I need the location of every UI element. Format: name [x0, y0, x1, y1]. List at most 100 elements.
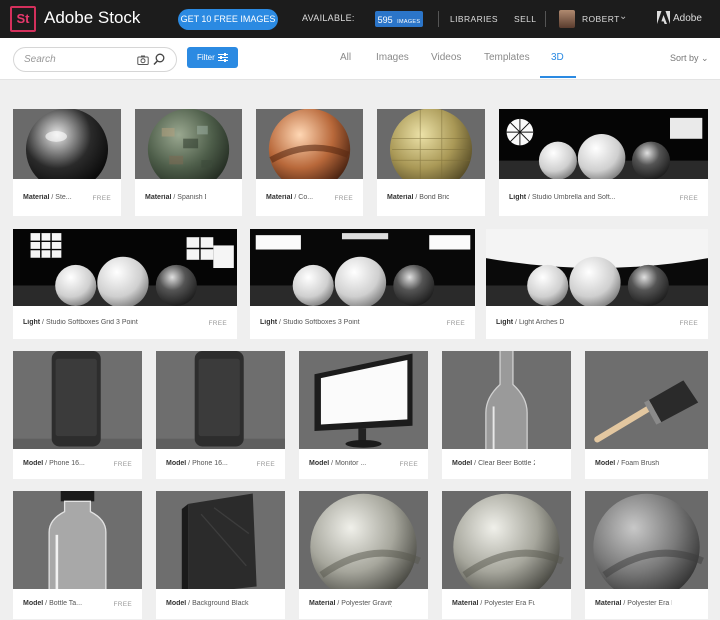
result-card[interactable]: Material / Bond Brick ...: [377, 109, 485, 216]
avatar[interactable]: [559, 10, 575, 28]
result-card[interactable]: Model / Clear Beer Bottle 2: [442, 351, 571, 479]
asset-category[interactable]: Model: [595, 460, 615, 467]
result-card[interactable]: Material / Spanish Di...: [135, 109, 242, 216]
asset-thumbnail[interactable]: [486, 229, 708, 306]
asset-thumbnail[interactable]: [250, 229, 475, 306]
asset-title[interactable]: / Phone 16...: [186, 460, 228, 467]
asset-title[interactable]: / Bond Brick ...: [413, 194, 449, 201]
asset-title[interactable]: / Monitor ...: [329, 460, 366, 467]
asset-thumbnail[interactable]: [442, 491, 571, 589]
result-card[interactable]: Light / Studio Softboxes 3 Point FREE: [250, 229, 475, 339]
asset-title[interactable]: / Light Arches D: [513, 319, 564, 326]
asset-category[interactable]: Material: [266, 194, 292, 201]
asset-thumbnail[interactable]: [585, 491, 708, 589]
result-card[interactable]: Material / Ste... FREE: [13, 109, 121, 216]
tab-all[interactable]: All: [340, 52, 351, 63]
result-card[interactable]: Model / Bottle Ta... FREE: [13, 491, 142, 619]
asset-category[interactable]: Model: [166, 460, 186, 467]
result-card[interactable]: Material / Polyester Gravity...: [299, 491, 428, 619]
tab-videos[interactable]: Videos: [431, 52, 461, 63]
free-badge: FREE: [679, 320, 698, 327]
asset-title[interactable]: / Polyester Era For...: [621, 600, 672, 607]
sort-dropdown[interactable]: Sort by ⌄: [670, 53, 709, 64]
result-card[interactable]: Light / Studio Umbrella and Soft... FREE: [499, 109, 708, 216]
card-caption: Material / Polyester Era Fut...: [442, 589, 571, 619]
tab-3d[interactable]: 3D: [551, 52, 564, 63]
stock-logo[interactable]: St: [10, 6, 36, 32]
result-card[interactable]: Model / Foam Brush: [585, 351, 708, 479]
result-card[interactable]: Model / Phone 16... FREE: [156, 351, 285, 479]
asset-title[interactable]: / Ste...: [49, 194, 71, 201]
asset-thumbnail[interactable]: [299, 491, 428, 589]
result-card[interactable]: Model / Monitor ... FREE: [299, 351, 428, 479]
asset-category[interactable]: Material: [23, 194, 49, 201]
asset-thumbnail[interactable]: [13, 351, 142, 449]
asset-title[interactable]: / Spanish Di...: [171, 194, 206, 201]
free-badge: FREE: [679, 195, 698, 202]
asset-category[interactable]: Material: [309, 600, 335, 607]
asset-title[interactable]: / Clear Beer Bottle 2: [472, 460, 535, 467]
asset-thumbnail[interactable]: [13, 109, 121, 179]
free-badge: FREE: [334, 195, 353, 202]
asset-title[interactable]: / Phone 16...: [43, 460, 85, 467]
asset-thumbnail[interactable]: [299, 351, 428, 449]
result-card[interactable]: Light / Light Arches D FREE: [486, 229, 708, 339]
asset-category[interactable]: Model: [23, 460, 43, 467]
asset-category[interactable]: Light: [509, 194, 526, 201]
asset-title[interactable]: / Foam Brush: [615, 460, 659, 467]
asset-category[interactable]: Material: [452, 600, 478, 607]
available-count-badge[interactable]: 595 IMAGES: [375, 11, 423, 27]
filter-label: Filter: [197, 53, 215, 62]
get-free-images-button[interactable]: GET 10 FREE IMAGES: [178, 9, 278, 30]
asset-title[interactable]: / Bottle Ta...: [43, 600, 82, 607]
result-card[interactable]: Material / Polyester Era Fut...: [442, 491, 571, 619]
asset-thumbnail[interactable]: [135, 109, 242, 179]
asset-thumbnail[interactable]: [13, 491, 142, 589]
camera-icon[interactable]: [137, 54, 149, 66]
tab-templates[interactable]: Templates: [484, 52, 530, 63]
asset-thumbnail[interactable]: [156, 351, 285, 449]
asset-thumbnail[interactable]: [499, 109, 708, 179]
free-badge: FREE: [208, 320, 227, 327]
asset-category[interactable]: Light: [496, 319, 513, 326]
asset-category[interactable]: Material: [387, 194, 413, 201]
asset-title[interactable]: / Co...: [292, 194, 313, 201]
app-title[interactable]: Adobe Stock: [44, 8, 140, 28]
asset-title[interactable]: / Background Black...: [186, 600, 249, 607]
asset-thumbnail[interactable]: [13, 229, 237, 306]
asset-thumbnail[interactable]: [156, 491, 285, 589]
asset-category[interactable]: Model: [309, 460, 329, 467]
asset-category[interactable]: Light: [260, 319, 277, 326]
free-badge: FREE: [399, 461, 418, 468]
result-card[interactable]: Model / Phone 16... FREE: [13, 351, 142, 479]
filter-button[interactable]: Filter: [187, 47, 238, 68]
user-name[interactable]: ROBERT: [582, 14, 620, 24]
asset-title[interactable]: / Studio Softboxes 3 Point: [277, 319, 360, 326]
asset-category[interactable]: Material: [595, 600, 621, 607]
result-card[interactable]: Model / Background Black...: [156, 491, 285, 619]
asset-category[interactable]: Model: [166, 600, 186, 607]
asset-thumbnail[interactable]: [377, 109, 485, 179]
asset-thumbnail[interactable]: [585, 351, 708, 449]
adobe-link[interactable]: Adobe: [673, 13, 702, 24]
chevron-down-icon[interactable]: ⌄: [619, 11, 627, 22]
asset-thumbnail[interactable]: [442, 351, 571, 449]
card-caption: Light / Studio Softboxes 3 Point FREE: [250, 306, 475, 339]
asset-category[interactable]: Model: [452, 460, 472, 467]
tab-images[interactable]: Images: [376, 52, 409, 63]
search-icon[interactable]: [153, 53, 165, 66]
result-card[interactable]: Material / Polyester Era For...: [585, 491, 708, 619]
asset-thumbnail[interactable]: [256, 109, 363, 179]
result-card[interactable]: Material / Co... FREE: [256, 109, 363, 216]
sell-link[interactable]: SELL: [514, 14, 536, 24]
asset-title[interactable]: / Studio Umbrella and Soft...: [526, 194, 616, 201]
asset-title[interactable]: / Polyester Era Fut...: [478, 600, 535, 607]
result-card[interactable]: Light / Studio Softboxes Grid 3 Point FRE…: [13, 229, 237, 339]
libraries-link[interactable]: LIBRARIES: [450, 14, 498, 24]
asset-category[interactable]: Light: [23, 319, 40, 326]
asset-category[interactable]: Material: [145, 194, 171, 201]
asset-title[interactable]: / Polyester Gravity...: [335, 600, 392, 607]
search-input[interactable]: Search: [13, 47, 177, 72]
asset-category[interactable]: Model: [23, 600, 43, 607]
asset-title[interactable]: / Studio Softboxes Grid 3 Point: [40, 319, 138, 326]
